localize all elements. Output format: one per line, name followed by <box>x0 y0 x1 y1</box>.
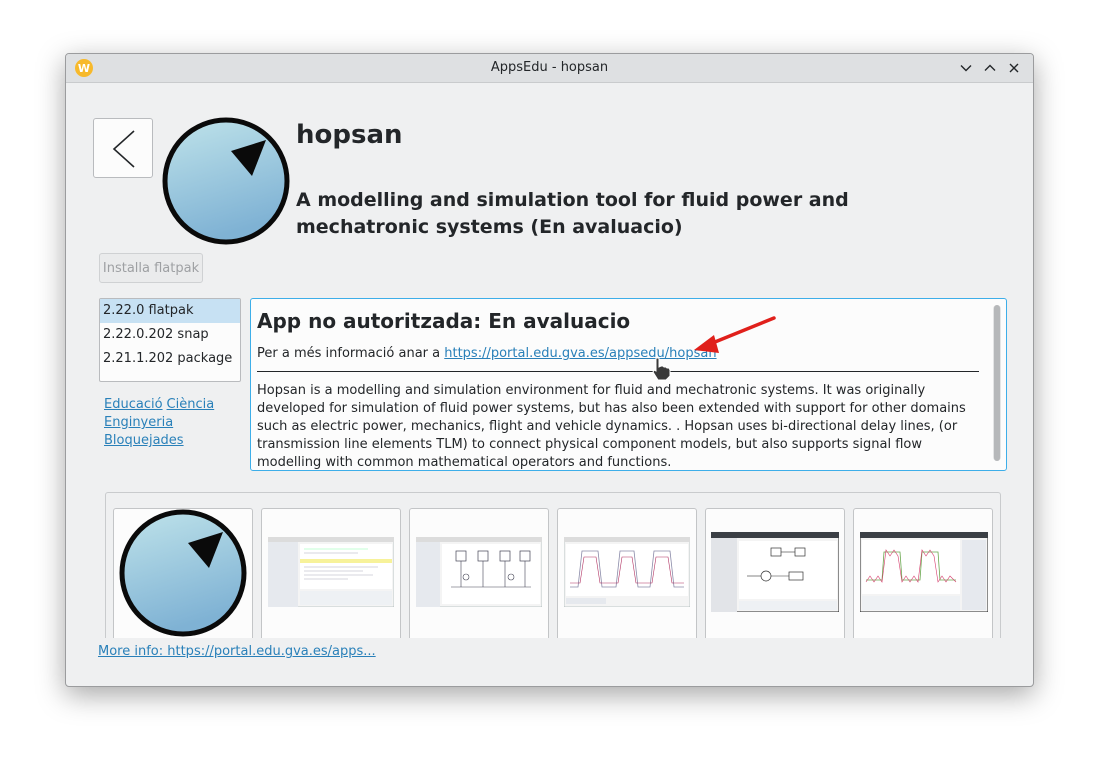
app-detail-panel: App no autoritzada: En avaluacio Per a m… <box>250 298 1007 471</box>
back-button[interactable] <box>93 118 153 178</box>
info-prefix: Per a més informació anar a <box>257 346 445 361</box>
screenshot-image <box>711 532 839 612</box>
chevron-left-icon <box>112 130 135 168</box>
category-link-bloquejades[interactable]: Bloquejades <box>104 433 184 448</box>
info-link[interactable]: https://portal.edu.gva.es/appsedu/hopsan <box>444 346 716 361</box>
detail-scrollbar[interactable] <box>993 305 1001 461</box>
app-window: W AppsEdu - hopsan hopsan A modelling an… <box>65 53 1034 687</box>
category-link-ciencia[interactable]: Ciència <box>167 397 215 412</box>
category-links: Educació Ciència Enginyeria Bloquejades <box>104 396 239 450</box>
screenshot-image <box>860 532 988 612</box>
hopsan-app-icon <box>162 117 290 245</box>
install-flatpak-button[interactable]: Installa flatpak <box>99 253 203 283</box>
chevron-up-icon <box>984 64 996 71</box>
version-item-flatpak[interactable]: 2.22.0 flatpak <box>100 299 240 323</box>
version-item-snap[interactable]: 2.22.0.202 snap <box>100 323 240 347</box>
detail-title: App no autoritzada: En avaluacio <box>257 309 631 333</box>
detail-info: Per a més informació anar a https://port… <box>257 346 717 361</box>
screenshot-thumb-icon[interactable] <box>113 508 253 638</box>
detail-description: Hopsan is a modelling and simulation env… <box>257 383 966 470</box>
screenshot-image <box>564 537 690 607</box>
app-name: hopsan <box>296 120 403 150</box>
window-title: AppsEdu - hopsan <box>490 60 609 75</box>
screenshot-gallery <box>105 492 1001 638</box>
screenshot-thumb-2[interactable] <box>261 508 401 638</box>
minimize-button[interactable] <box>956 58 976 78</box>
screenshot-image <box>268 537 394 607</box>
hopsan-app-icon <box>119 509 247 637</box>
screenshot-thumb-6[interactable] <box>853 508 993 638</box>
more-info-link[interactable]: More info: https://portal.edu.gva.es/app… <box>98 644 376 659</box>
screenshot-thumb-3[interactable] <box>409 508 549 638</box>
title-bar: W AppsEdu - hopsan <box>66 54 1033 83</box>
scrollbar-thumb[interactable] <box>994 305 1000 461</box>
chevron-down-icon <box>960 65 972 72</box>
version-item-package[interactable]: 2.21.1.202 package <box>100 347 240 371</box>
maximize-button[interactable] <box>980 58 1000 78</box>
screenshot-thumb-5[interactable] <box>705 508 845 638</box>
screenshot-thumb-4[interactable] <box>557 508 697 638</box>
version-list[interactable]: 2.22.0 flatpak 2.22.0.202 snap 2.21.1.20… <box>99 298 241 382</box>
app-summary: A modelling and simulation tool for flui… <box>296 189 849 238</box>
divider <box>257 371 979 372</box>
category-link-enginyeria[interactable]: Enginyeria <box>104 415 173 430</box>
screenshot-image <box>416 537 542 607</box>
close-icon <box>1009 63 1019 73</box>
category-link-educacio[interactable]: Educació <box>104 397 163 412</box>
close-button[interactable] <box>1004 58 1024 78</box>
